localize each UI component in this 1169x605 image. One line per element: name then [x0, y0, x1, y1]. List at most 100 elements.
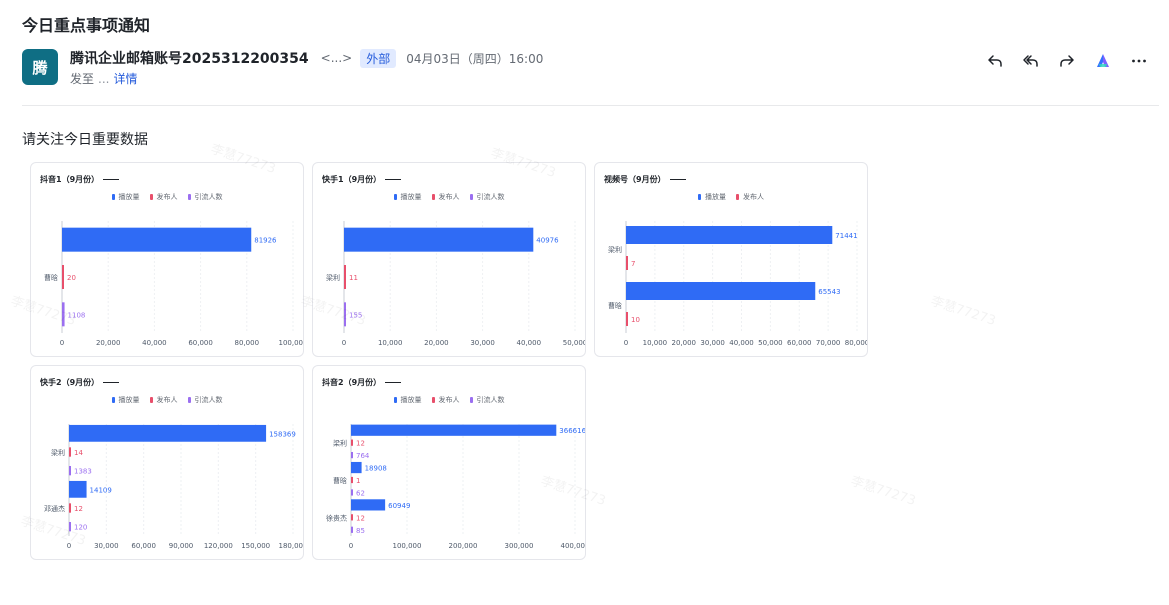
watermark: 李慧77273: [848, 473, 918, 509]
x-tick-label: 0: [60, 339, 64, 347]
bar: [351, 489, 353, 496]
x-tick-label: 40,000: [729, 339, 754, 347]
y-category-label: 曹晗: [608, 301, 622, 310]
bar: [351, 526, 353, 533]
mail-actions-toolbar: [977, 48, 1157, 74]
x-tick-label: 70,000: [816, 339, 841, 347]
x-tick-label: 0: [67, 542, 71, 550]
email-body-intro: 请关注今日重要数据: [22, 132, 148, 148]
bar-chart: 0 30,000 60,000 90,000 120,000 150,000 180,000…: [44, 424, 304, 550]
bar: [626, 226, 833, 244]
data-label: 14: [74, 449, 83, 457]
y-category-label: 梁利: [333, 439, 347, 448]
x-tick-label: 90,000: [169, 542, 194, 550]
bar-chart: 0 10,000 20,000 30,000 40,000 50,000 梁利 40976 11…: [326, 221, 586, 347]
bar: [351, 514, 353, 521]
data-label: 155: [349, 311, 362, 319]
x-tick-label: 60,000: [188, 339, 213, 347]
bar-chart: 0 20,000 40,000 60,000 80,000 100,000 曹晗 81926 2…: [44, 221, 304, 347]
y-category-label: 梁利: [326, 273, 340, 282]
x-tick-label: 0: [342, 339, 346, 347]
bar: [626, 256, 628, 270]
x-tick-label: 0: [349, 542, 353, 550]
x-tick-label: 60,000: [787, 339, 812, 347]
bar: [626, 312, 628, 326]
data-label: 18908: [365, 465, 387, 473]
data-label: 71441: [835, 232, 857, 240]
data-label: 158369: [269, 430, 296, 438]
details-link[interactable]: 详情: [113, 70, 137, 87]
x-tick-label: 30,000: [94, 542, 119, 550]
recipient-name[interactable]: ...: [98, 72, 109, 86]
x-tick-label: 200,000: [449, 542, 478, 550]
bar: [69, 447, 71, 457]
x-tick-label: 20,000: [96, 339, 121, 347]
data-label: 40976: [536, 237, 559, 245]
bar: [69, 480, 87, 498]
bar: [344, 302, 346, 327]
data-label: 12: [356, 514, 365, 522]
sender-avatar[interactable]: 腾: [22, 49, 58, 85]
x-tick-label: 300,000: [505, 542, 534, 550]
reply-all-button[interactable]: [1013, 48, 1049, 74]
bar: [351, 461, 362, 474]
chart-card: 快手1（9月份） 播放量 发布人 引流人数 0 10,000 20,000 30,000 40,…: [312, 162, 586, 357]
bar: [69, 503, 71, 513]
data-label: 65543: [818, 288, 840, 296]
y-category-label: 邓通杰: [44, 504, 65, 513]
data-label: 7: [631, 260, 635, 268]
bar: [62, 302, 65, 327]
forward-button[interactable]: [1049, 48, 1085, 74]
y-category-label: 梁利: [608, 245, 622, 254]
data-label: 12: [356, 440, 365, 448]
bar: [351, 439, 353, 446]
x-tick-label: 180,000: [279, 542, 304, 550]
sender-email[interactable]: <...>: [321, 51, 353, 65]
bar: [69, 466, 71, 476]
x-tick-label: 50,000: [758, 339, 783, 347]
chart-card: 快手2（9月份） 播放量 发布人 引流人数 0 30,000 60,000 90,000 120…: [30, 365, 304, 560]
x-tick-label: 0: [624, 339, 628, 347]
sender-name[interactable]: 腾讯企业邮箱账号2025312200354: [70, 48, 309, 68]
reply-button[interactable]: [977, 48, 1013, 74]
bar: [62, 265, 64, 289]
data-label: 20: [67, 274, 76, 282]
ai-assistant-button[interactable]: [1085, 48, 1121, 74]
x-tick-label: 150,000: [241, 542, 270, 550]
x-tick-label: 80,000: [235, 339, 259, 347]
x-tick-label: 10,000: [643, 339, 668, 347]
y-category-label: 梁利: [51, 448, 65, 457]
bar-chart: 0 100,000 200,000 300,000 400,000 梁利 366616 12 7…: [326, 424, 586, 550]
x-tick-label: 80,000: [845, 339, 868, 347]
recipient-line: 发至 ... 详情: [70, 70, 137, 87]
sender-line: 腾讯企业邮箱账号2025312200354 <...> 外部 04月03日（周四…: [70, 48, 543, 68]
reply-icon: [988, 55, 1002, 67]
data-label: 81926: [254, 237, 277, 245]
x-tick-label: 50,000: [563, 339, 586, 347]
forward-icon: [1060, 55, 1074, 67]
data-label: 11: [349, 274, 358, 282]
x-tick-label: 60,000: [131, 542, 156, 550]
data-label: 1: [356, 477, 360, 485]
x-tick-label: 400,000: [561, 542, 586, 550]
y-category-label: 曹晗: [333, 476, 347, 485]
bar: [351, 424, 557, 436]
bar: [62, 227, 252, 252]
data-label: 366616: [559, 427, 586, 435]
x-tick-label: 40,000: [142, 339, 167, 347]
data-label: 1108: [68, 311, 86, 319]
more-button[interactable]: [1121, 48, 1157, 74]
x-tick-label: 100,000: [279, 339, 304, 347]
data-label: 764: [356, 452, 370, 460]
bar: [626, 282, 816, 300]
x-tick-label: 40,000: [517, 339, 542, 347]
bar: [344, 265, 346, 289]
data-label: 120: [74, 524, 87, 532]
to-label: 发至: [70, 72, 95, 86]
data-label: 1383: [74, 468, 92, 476]
bar-chart: 0 10,000 20,000 30,000 40,000 50,000 60,000 70,…: [608, 221, 868, 347]
data-label: 85: [356, 527, 365, 535]
x-tick-label: 20,000: [672, 339, 697, 347]
reply-all-icon: [1023, 55, 1038, 67]
bar: [69, 424, 267, 442]
